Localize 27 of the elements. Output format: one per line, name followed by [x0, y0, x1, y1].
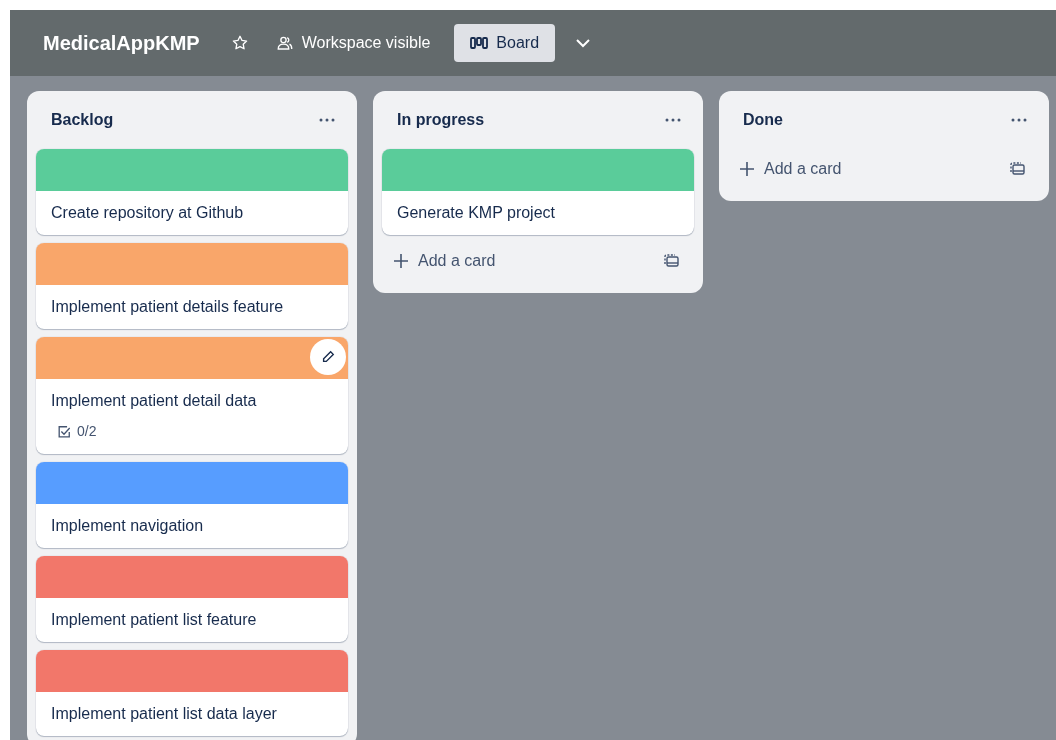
task-card[interactable]: Implement patient detail data 0/2 [36, 337, 348, 454]
task-card[interactable]: Implement patient list data layer [36, 650, 348, 736]
card-title: Create repository at Github [51, 203, 245, 223]
card-title: Implement patient details feature [51, 297, 285, 317]
people-icon [275, 34, 294, 52]
task-card[interactable]: Implement patient details feature [36, 243, 348, 329]
add-card-button[interactable]: Add a card [740, 157, 842, 181]
add-card-button[interactable]: Add a card [394, 249, 496, 273]
task-card[interactable]: Implement patient list feature [36, 556, 348, 642]
task-card[interactable]: Generate KMP project [382, 149, 694, 235]
checklist-badge: 0/2 [57, 421, 333, 442]
task-card[interactable]: Implement navigation [36, 462, 348, 548]
list-title[interactable]: Backlog [51, 108, 114, 132]
task-card[interactable]: Create repository at Github [36, 149, 348, 235]
list-title[interactable]: In progress [397, 108, 485, 132]
card-title: Implement navigation [51, 516, 205, 536]
board-icon [470, 37, 489, 49]
card-title: Implement patient list feature [51, 610, 258, 630]
card-title: Implement patient list data layer [51, 704, 278, 724]
board-title[interactable]: MedicalAppKMP [43, 28, 200, 58]
card-title: Implement patient detail data [51, 391, 258, 411]
card-title: Generate KMP project [397, 203, 556, 223]
board-view-button[interactable]: Board [454, 24, 556, 62]
plus-icon [740, 162, 754, 176]
visibility-button[interactable]: Workspace visible [267, 27, 439, 59]
list-title[interactable]: Done [743, 108, 783, 132]
plus-icon [394, 254, 408, 268]
